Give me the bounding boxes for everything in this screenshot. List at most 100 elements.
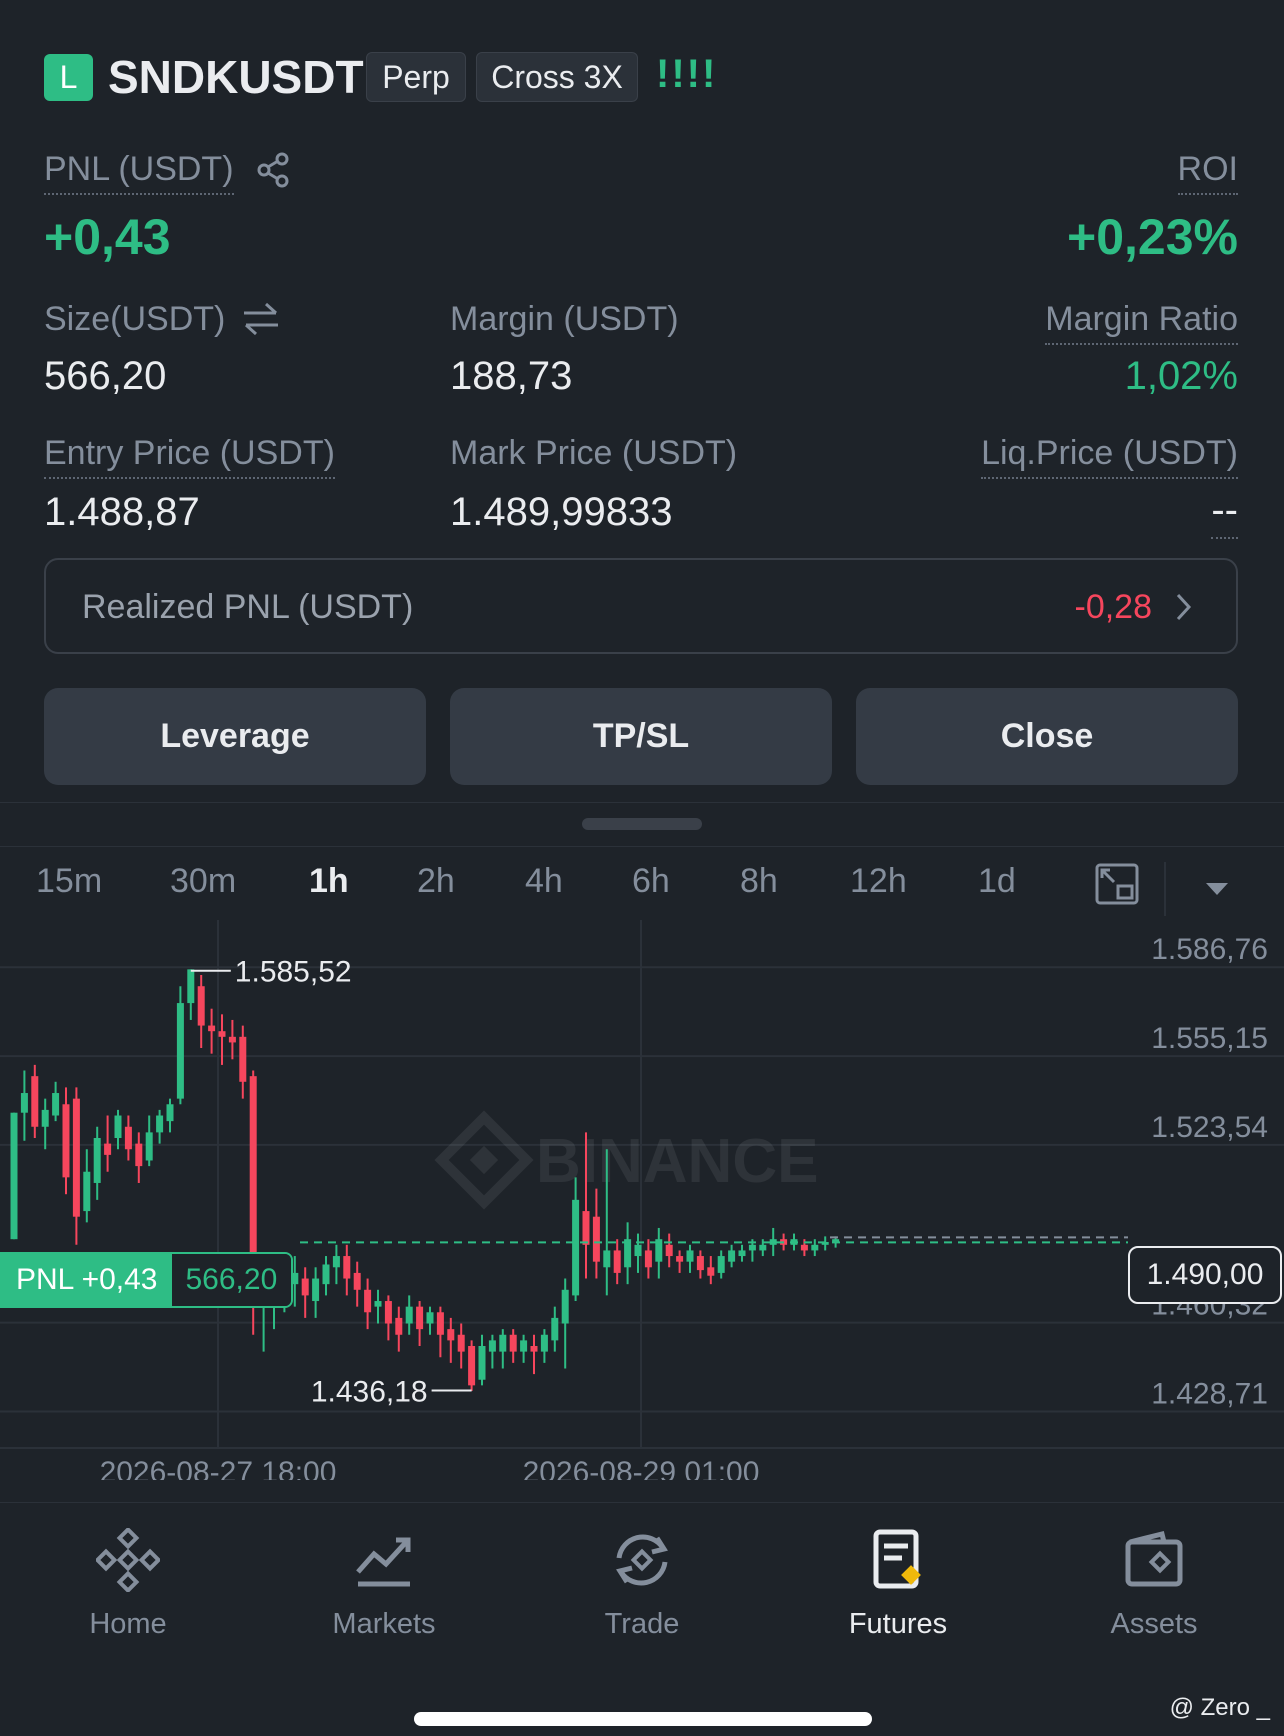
- candle-body: [145, 1132, 153, 1161]
- margin-ratio-value: 1,02%: [1124, 354, 1238, 398]
- candle-body: [707, 1267, 715, 1276]
- credit-text: @ Zero _: [1169, 1694, 1270, 1721]
- contract-type-chip: Perp: [366, 52, 466, 102]
- timeframe-6h[interactable]: 6h: [632, 862, 670, 901]
- position-tag[interactable]: PNL +0,43 566,20: [0, 1252, 294, 1308]
- timeframe-15m[interactable]: 15m: [36, 862, 102, 901]
- section-divider: [0, 846, 1284, 847]
- swap-icon[interactable]: [240, 300, 282, 338]
- close-position-button[interactable]: Close: [856, 688, 1238, 785]
- toolbar-divider: [1164, 862, 1166, 916]
- roi-label[interactable]: ROI: [1177, 150, 1238, 195]
- candle-body: [540, 1334, 548, 1352]
- x-tick-label: 2026-08-29 01:00: [523, 1456, 760, 1480]
- candle-body: [301, 1278, 309, 1296]
- nav-home[interactable]: Home: [38, 1520, 218, 1641]
- realized-pnl-value: -0,28: [1074, 588, 1153, 626]
- realized-pnl-label: Realized PNL (USDT): [82, 588, 414, 626]
- y-axis: 1.586,761.555,151.523,541.460,321.428,71: [1151, 933, 1268, 1410]
- candle-body: [156, 1115, 164, 1133]
- timeframe-12h[interactable]: 12h: [850, 862, 907, 901]
- candle-body: [520, 1340, 528, 1352]
- candle-body: [384, 1301, 392, 1324]
- margin-mode-chip[interactable]: Cross 3X: [476, 52, 638, 102]
- low-price-label: 1.436,18: [311, 1375, 428, 1408]
- x-axis: 2026-08-27 18:00 2026-08-29 01:00: [100, 1456, 760, 1480]
- candle-body: [114, 1115, 122, 1138]
- timeframe-8h[interactable]: 8h: [740, 862, 778, 901]
- section-divider: [0, 802, 1284, 803]
- candle-body: [20, 1093, 28, 1113]
- candle-body: [748, 1244, 756, 1251]
- timeframe-2h[interactable]: 2h: [417, 862, 455, 901]
- candle-body: [468, 1346, 476, 1386]
- candle-body: [166, 1104, 174, 1122]
- candle-body: [426, 1312, 434, 1324]
- candle-body: [135, 1143, 143, 1167]
- roi-value: +0,23%: [1067, 209, 1238, 265]
- candle-body: [374, 1301, 382, 1307]
- watermark-text: BINANCE: [536, 1127, 818, 1196]
- candle-body: [93, 1138, 101, 1183]
- nav-futures[interactable]: Futures: [808, 1520, 988, 1641]
- size-value: 566,20: [44, 354, 167, 398]
- candle-body: [72, 1098, 80, 1217]
- candle-body: [686, 1250, 694, 1262]
- chevron-down-icon[interactable]: [1204, 880, 1230, 898]
- nav-futures-label: Futures: [848, 1608, 948, 1640]
- candle-body: [197, 986, 205, 1026]
- timeframe-30m[interactable]: 30m: [170, 862, 236, 901]
- pnl-value: +0,43: [44, 209, 171, 265]
- nav-trade-label: Trade: [604, 1608, 680, 1640]
- wallet-icon: [1125, 1530, 1183, 1587]
- timeframe-4h[interactable]: 4h: [525, 862, 563, 901]
- candle-body: [624, 1239, 632, 1268]
- entry-price-label[interactable]: Entry Price (USDT): [44, 434, 335, 479]
- candle-body: [572, 1199, 580, 1296]
- realized-pnl-row[interactable]: Realized PNL (USDT) -0,28: [44, 558, 1238, 654]
- margin-ratio-label[interactable]: Margin Ratio: [1045, 300, 1238, 345]
- candle-body: [447, 1329, 455, 1341]
- timeframe-1h[interactable]: 1h: [309, 862, 349, 901]
- candle-body: [395, 1317, 403, 1335]
- expand-chart-icon[interactable]: [1094, 862, 1140, 906]
- candle-body: [603, 1250, 611, 1268]
- liq-price-label[interactable]: Liq.Price (USDT): [981, 434, 1238, 479]
- liq-price-value: --: [1211, 488, 1238, 539]
- candle-body: [561, 1289, 569, 1324]
- nav-markets[interactable]: Markets: [294, 1520, 474, 1641]
- chevron-right-icon: [1176, 593, 1192, 621]
- share-icon[interactable]: [254, 150, 294, 190]
- nav-assets[interactable]: Assets: [1064, 1520, 1244, 1641]
- y-tick-label: 1.428,71: [1151, 1377, 1268, 1410]
- candle-body: [478, 1346, 486, 1380]
- nav-home-label: Home: [89, 1608, 167, 1640]
- candle-body: [436, 1312, 444, 1335]
- candle-body: [104, 1143, 112, 1155]
- candle-body: [228, 1036, 236, 1043]
- timeframe-1d[interactable]: 1d: [978, 862, 1016, 901]
- leverage-button[interactable]: Leverage: [44, 688, 426, 785]
- symbol-title[interactable]: SNDKUSDT: [108, 50, 364, 104]
- candle-body: [83, 1171, 91, 1212]
- candle-body: [769, 1239, 777, 1245]
- candle-body: [218, 1031, 226, 1037]
- price-chart[interactable]: BINANCE 1.586,761.555,151.523,541.460,32…: [0, 920, 1284, 1480]
- candle-body: [239, 1036, 247, 1082]
- margin-value: 188,73: [450, 354, 573, 398]
- tpsl-button[interactable]: TP/SL: [450, 688, 832, 785]
- candle-body: [499, 1334, 507, 1352]
- position-tag-pnl: PNL +0,43: [2, 1254, 172, 1306]
- drag-handle[interactable]: [582, 818, 702, 830]
- pnl-label[interactable]: PNL (USDT): [44, 150, 234, 195]
- trade-icon: [616, 1534, 668, 1586]
- candle-body: [405, 1306, 413, 1324]
- candle-body: [457, 1334, 465, 1352]
- candle-body: [800, 1244, 808, 1251]
- candle-body: [676, 1256, 684, 1262]
- candle-body: [62, 1104, 70, 1178]
- y-tick-label: 1.555,15: [1151, 1022, 1268, 1055]
- nav-trade[interactable]: Trade: [552, 1520, 732, 1641]
- position-badge: L: [44, 54, 93, 101]
- candle-body: [665, 1244, 673, 1257]
